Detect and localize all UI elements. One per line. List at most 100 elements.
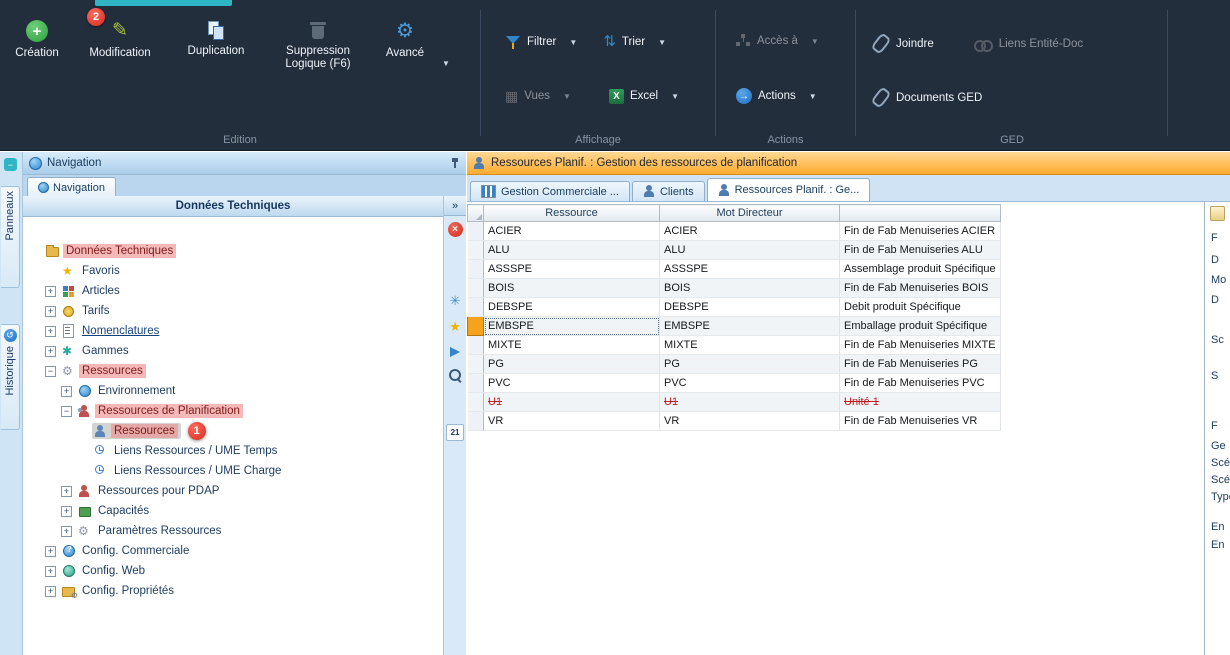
col-header-mot-directeur[interactable]: Mot Directeur [660,205,840,222]
dropdown-icon: ▼ [569,38,577,47]
tree-item-config-web[interactable]: +Config. Web [23,561,443,581]
entity-doc-links-button[interactable]: Liens Entité-Doc [968,34,1089,54]
form-label-fragment: S [1211,370,1218,382]
table-row-u1[interactable]: U1U1Unité 1 [468,393,1001,412]
tree-item-liens-ressources-ume-temps[interactable]: Liens Ressources / UME Temps [23,441,443,461]
expand-icon[interactable]: + [61,506,72,517]
tree-item-nomenclatures[interactable]: +Nomenclatures [23,321,443,341]
row-selector-cell[interactable] [468,317,484,336]
row-selector-cell[interactable] [468,336,484,355]
table-row-mixte[interactable]: MIXTEMIXTEFin de Fab Menuiseries MIXTE [468,336,1001,355]
tree-item-articles[interactable]: +Articles [23,281,443,301]
expand-icon[interactable]: + [45,566,56,577]
pin-icon[interactable] [450,157,460,169]
tree-item-ressources-pour-pdap[interactable]: +Ressources pour PDAP [23,481,443,501]
tree-item-ressources[interactable]: Ressources1 [23,421,443,441]
tree-item-donnees-techniques[interactable]: Données Techniques [23,241,443,261]
col-header-designation[interactable] [840,205,1001,222]
delete-button[interactable]: Suppression Logique (F6) [262,14,374,77]
tab-gestion-commerciale[interactable]: Gestion Commerciale ... [470,181,630,201]
table-row-pvc[interactable]: PVCPVCFin de Fab Menuiseries PVC [468,374,1001,393]
expand-icon[interactable]: + [45,586,56,597]
expand-icon[interactable]: + [45,306,56,317]
attach-button[interactable]: Joindre [866,30,940,57]
side-tab-historique[interactable]: ↺ Historique [1,324,20,430]
tree-item-environnement[interactable]: +Environnement [23,381,443,401]
nav-tree: Données TechniquesFavoris+Articles+Tarif… [23,217,443,655]
table-row-alu[interactable]: ALUALUFin de Fab Menuiseries ALU [468,241,1001,260]
table-row-bois[interactable]: BOISBOISFin de Fab Menuiseries BOIS [468,279,1001,298]
expand-icon[interactable]: + [45,346,56,357]
send-icon[interactable] [450,347,460,357]
favorite-star-icon[interactable]: ★ [449,319,461,335]
row-selector-cell[interactable] [468,241,484,260]
expand-icon[interactable]: + [45,546,56,557]
sort-21-icon[interactable]: 21 [446,424,464,441]
expand-icon[interactable]: + [45,326,56,337]
duplicate-button[interactable]: Duplication [170,14,262,64]
expand-icon[interactable]: + [61,386,72,397]
expand-icon[interactable]: + [61,486,72,497]
advanced-button[interactable]: ⚙ Avancé [374,14,436,66]
row-selector-cell[interactable] [468,222,484,241]
table-row-assspe[interactable]: ASSSPEASSSPEAssemblage produit Spécifiqu… [468,260,1001,279]
advanced-dropdown-icon[interactable]: ▼ [436,58,456,69]
collapse-nav-button[interactable]: » [444,196,466,216]
access-button[interactable]: Accès à ▼ [730,30,825,52]
group-label-affichage: Affichage [481,134,715,146]
cell-mot-directeur: VR [660,412,840,431]
row-selector-cell[interactable] [468,355,484,374]
tree-item-capacites[interactable]: +Capacités [23,501,443,521]
row-selector-cell[interactable] [468,298,484,317]
views-button[interactable]: ▦ Vues ▼ [499,84,577,108]
create-button[interactable]: + Création [4,14,70,66]
tree-item-tarifs[interactable]: +Tarifs [23,301,443,321]
tree-item-ressources-de-planification[interactable]: −Ressources de Planification [23,401,443,421]
tree-item-parametres-ressources[interactable]: +Paramètres Ressources [23,521,443,541]
close-icon[interactable]: × [448,222,463,237]
collapse-icon[interactable]: − [61,406,72,417]
group-label-actions: Actions [716,134,855,146]
tree-item-ressources[interactable]: −Ressources [23,361,443,381]
actions-button[interactable]: → Actions ▼ [730,84,823,108]
person-icon [643,185,655,198]
table-row-debspe[interactable]: DEBSPEDEBSPEDebit produit Spécifique [468,298,1001,317]
excel-button[interactable]: X Excel ▼ [603,85,685,108]
row-selector-cell[interactable] [468,374,484,393]
modify-button[interactable]: ✎ Modification [70,14,170,66]
tree-item-config-commerciale[interactable]: +Config. Commerciale [23,541,443,561]
row-selector-cell[interactable] [468,393,484,412]
ged-documents-button[interactable]: Documents GED [866,84,988,111]
filter-label: Filtrer [527,36,556,48]
row-selector-cell[interactable] [468,412,484,431]
tab-ressources-planif[interactable]: Ressources Planif. : Ge... [707,178,871,201]
col-header-ressource[interactable]: Ressource [484,205,660,222]
table-row-embspe[interactable]: EMBSPEEMBSPEEmballage produit Spécifique [468,317,1001,336]
collapse-icon[interactable]: − [45,366,56,377]
table-row-acier[interactable]: ACIERACIERFin de Fab Menuiseries ACIER [468,222,1001,241]
row-selector-cell[interactable] [468,260,484,279]
advanced-label: Avancé [386,47,424,60]
sort-button[interactable]: ⇅ Trier ▼ [597,30,672,54]
side-tab-panneaux[interactable]: Panneaux [1,186,20,288]
search-icon[interactable] [448,368,462,382]
tree-item-config-proprietes[interactable]: +Config. Propriétés [23,581,443,601]
ribbon-group-ged: Joindre Liens Entité-Doc Documents GED G… [856,0,1168,150]
tab-clients[interactable]: Clients [632,181,705,201]
tree-item-favoris[interactable]: Favoris [23,261,443,281]
tree-item-liens-ressources-ume-charge[interactable]: Liens Ressources / UME Charge [23,461,443,481]
articles-icon [61,284,76,298]
tree-item-gammes[interactable]: +Gammes [23,341,443,361]
filter-button[interactable]: Filtrer ▼ [499,30,583,54]
cell-mot-directeur: U1 [660,393,840,412]
table-row-vr[interactable]: VRVRFin de Fab Menuiseries VR [468,412,1001,431]
row-selector-cell[interactable] [468,279,484,298]
side-tab-panneaux-label: Panneaux [4,191,16,241]
tab-navigation[interactable]: Navigation [27,177,116,197]
select-all-corner[interactable] [468,205,484,222]
table-row-pg[interactable]: PGPGFin de Fab Menuiseries PG [468,355,1001,374]
expand-icon[interactable]: + [45,286,56,297]
panels-dock-icon[interactable]: − [4,158,17,171]
expand-icon[interactable]: + [61,526,72,537]
snowflake-icon[interactable]: ✳ [450,293,461,309]
